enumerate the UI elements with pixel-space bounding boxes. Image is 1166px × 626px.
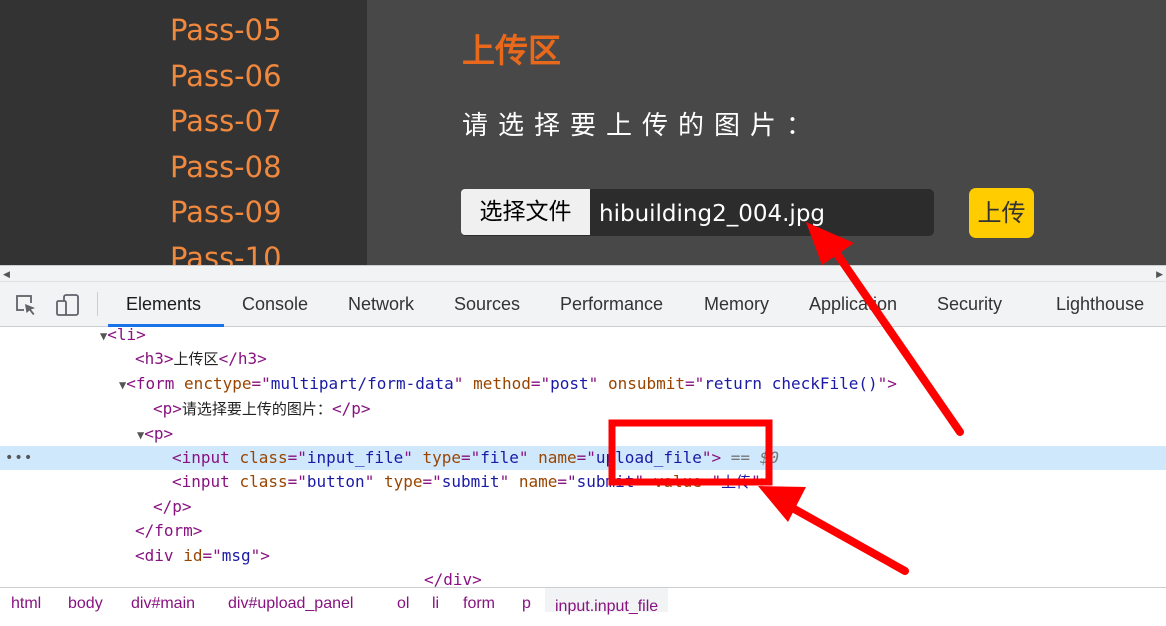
devtools-toolbar: Elements Console Network Sources Perform… [0, 282, 1166, 327]
choose-file-button[interactable]: 选择文件 [461, 189, 590, 235]
dom-node-div-msg[interactable]: <div id="msg"> [0, 544, 1166, 568]
dom-node-div-close: </div> [424, 570, 482, 587]
sidebar-item-pass-09[interactable]: Pass-09 [170, 190, 282, 236]
tab-security[interactable]: Security [937, 282, 1002, 326]
breadcrumb-input-input-file[interactable]: input.input_file [545, 588, 669, 615]
more-options-icon[interactable]: ••• [5, 446, 33, 470]
sidebar-item-pass-05[interactable]: Pass-05 [170, 8, 282, 54]
upload-title: 上传区 [462, 31, 561, 70]
breadcrumb: html body div#main div#upload_panel ol l… [0, 587, 1166, 615]
tab-console[interactable]: Console [242, 282, 308, 326]
tab-network[interactable]: Network [348, 282, 414, 326]
upload-prompt: 请选择要上传的图片： [462, 111, 823, 141]
page-viewport: Pass-05 Pass-06 Pass-07 Pass-08 Pass-09 … [0, 0, 1166, 265]
scroll-right-icon[interactable]: ▶ [1156, 269, 1163, 280]
dom-node-form[interactable]: ▼<form enctype="multipart/form-data" met… [0, 372, 1166, 396]
tab-elements[interactable]: Elements [126, 282, 201, 326]
upload-file-name-attr[interactable]: upload_file [596, 448, 702, 467]
dom-node-input-submit[interactable]: <input class="button" type="submit" name… [0, 470, 1166, 494]
upload-submit-button[interactable]: 上传 [969, 188, 1034, 238]
tab-performance[interactable]: Performance [560, 282, 663, 326]
devtools-resize-bar[interactable]: ◀ ▶ [0, 265, 1166, 282]
toolbar-divider [97, 292, 98, 316]
sidebar-item-pass-08[interactable]: Pass-08 [170, 145, 282, 191]
device-toolbar-icon[interactable] [55, 293, 81, 317]
sidebar-item-pass-10[interactable]: Pass-10 [170, 236, 282, 266]
pass-list: Pass-05 Pass-06 Pass-07 Pass-08 Pass-09 … [170, 8, 282, 265]
devtools-panel: ◀ ▶ Elements Console Network Sources Per… [0, 265, 1166, 615]
tab-lighthouse[interactable]: Lighthouse [1056, 282, 1144, 326]
dom-tree: ▼<li> <h3>上传区</h3> ▼<form enctype="multi… [0, 327, 1166, 587]
inspect-element-icon[interactable] [14, 293, 40, 317]
tab-sources[interactable]: Sources [454, 282, 520, 326]
selected-file-name: hibuilding2_004.jpg [599, 201, 826, 227]
file-input[interactable]: 选择文件 hibuilding2_004.jpg [461, 189, 934, 236]
sidebar-item-pass-06[interactable]: Pass-06 [170, 54, 282, 100]
sidebar-item-pass-07[interactable]: Pass-07 [170, 99, 282, 145]
dom-node-p-prompt[interactable]: <p>请选择要上传的图片：</p> [0, 397, 1166, 421]
dom-node-li[interactable]: ▼<li> [0, 327, 1166, 347]
breadcrumb-p[interactable]: p [522, 595, 531, 613]
breadcrumb-form[interactable]: form [463, 595, 495, 613]
breadcrumb-div-upload-panel[interactable]: div#upload_panel [228, 595, 353, 613]
breadcrumb-div-main[interactable]: div#main [131, 595, 195, 613]
dom-node-input-file-selected[interactable]: ••• <input class="input_file" type="file"… [0, 446, 1166, 470]
tab-memory[interactable]: Memory [704, 282, 769, 326]
dom-node-p[interactable]: ▼<p> [0, 422, 1166, 446]
breadcrumb-html[interactable]: html [11, 595, 41, 613]
scroll-left-icon[interactable]: ◀ [3, 269, 10, 280]
breadcrumb-li[interactable]: li [432, 595, 439, 613]
sidebar: Pass-05 Pass-06 Pass-07 Pass-08 Pass-09 … [0, 0, 367, 265]
dom-node-form-close: </form> [135, 521, 203, 540]
dom-node-h3[interactable]: <h3>上传区</h3> [0, 347, 1166, 371]
breadcrumb-ol[interactable]: ol [397, 595, 409, 613]
dom-node-p-close: </p> [153, 497, 192, 516]
breadcrumb-body[interactable]: body [68, 595, 103, 613]
tab-application[interactable]: Application [809, 282, 897, 326]
